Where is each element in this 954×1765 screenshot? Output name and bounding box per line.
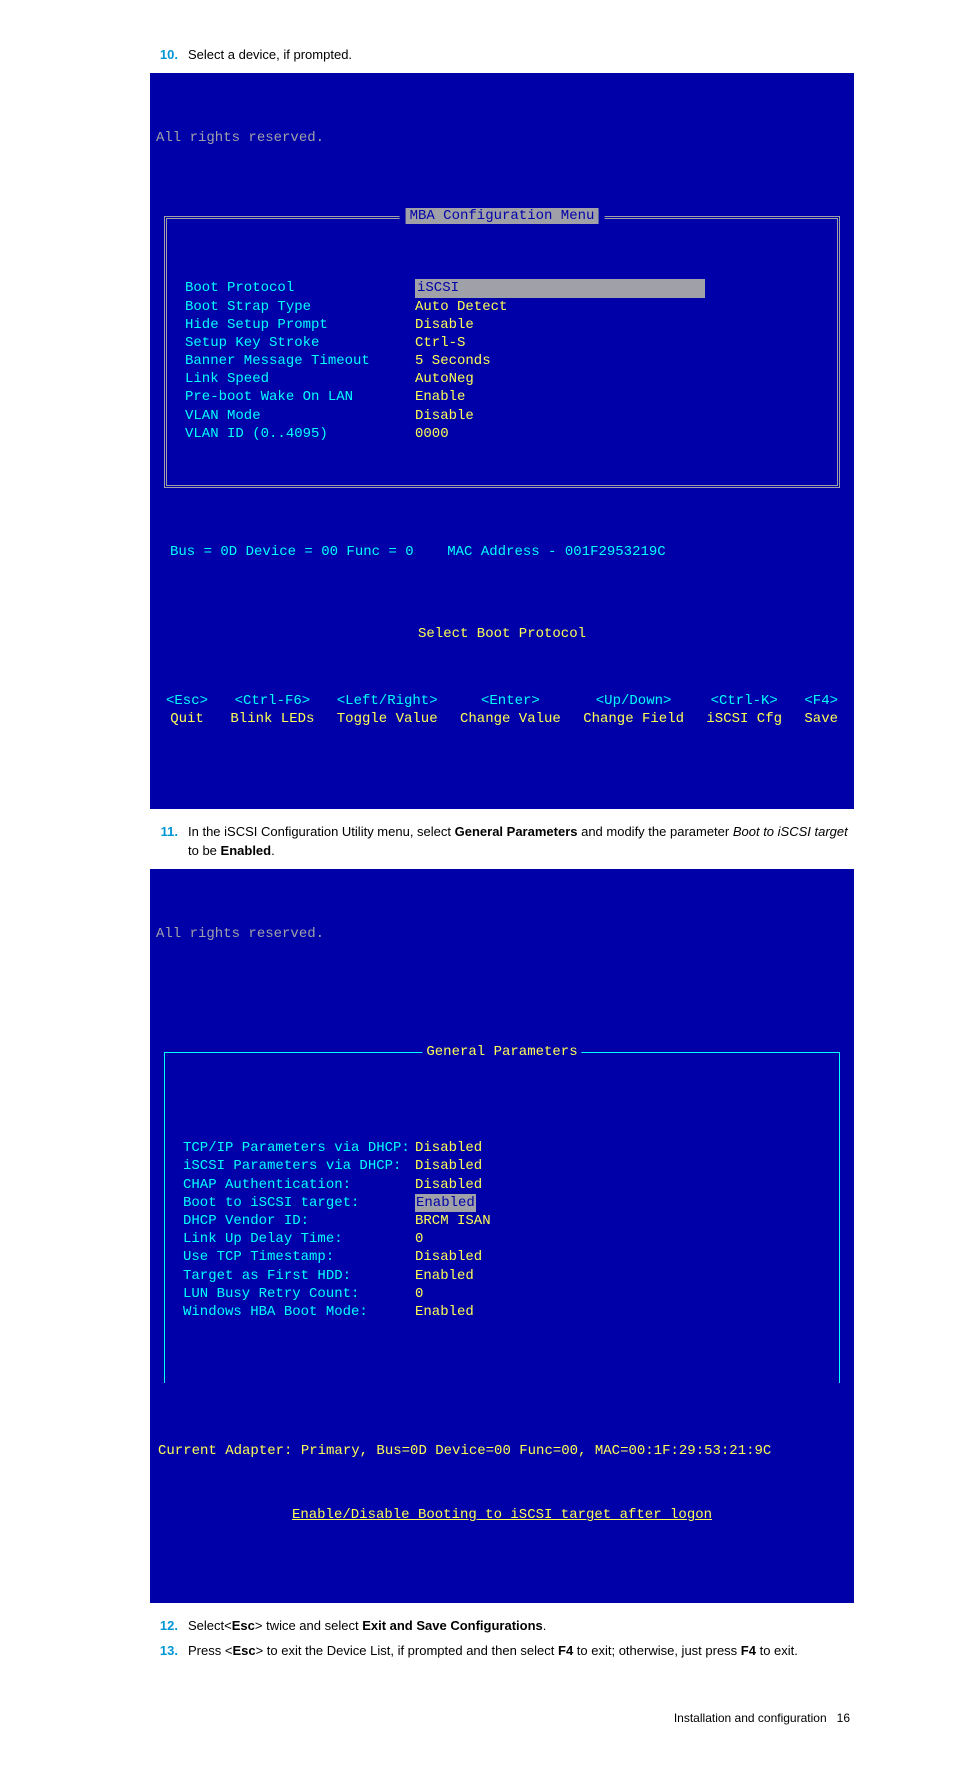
step-number: 10.	[150, 46, 178, 65]
param-label: Target as First HDD:	[183, 1267, 415, 1285]
config-row: Boot ProtocoliSCSI	[185, 279, 819, 297]
param-label: TCP/IP Parameters via DHCP:	[183, 1139, 415, 1157]
config-value: 0000	[415, 425, 449, 443]
general-params-box: General Parameters TCP/IP Parameters via…	[164, 1052, 840, 1384]
param-label: Link Up Delay Time:	[183, 1230, 415, 1248]
param-row: Target as First HDD:Enabled	[183, 1267, 821, 1285]
config-row: Link SpeedAutoNeg	[185, 370, 819, 388]
page-footer: Installation and configuration 16	[150, 1711, 854, 1725]
config-row: VLAN ID (0..4095)0000	[185, 425, 819, 443]
bios-status-line: Bus = 0D Device = 00 Func = 0 MAC Addres…	[156, 533, 848, 561]
param-row: Use TCP Timestamp:Disabled	[183, 1248, 821, 1266]
config-value: AutoNeg	[415, 370, 474, 388]
current-adapter-line: Current Adapter: Primary, Bus=0D Device=…	[156, 1420, 848, 1460]
param-label: Boot to iSCSI target:	[183, 1194, 415, 1212]
param-row: LUN Busy Retry Count:0	[183, 1285, 821, 1303]
config-label: VLAN Mode	[185, 407, 415, 425]
param-row: iSCSI Parameters via DHCP:Disabled	[183, 1157, 821, 1175]
param-value: Disabled	[415, 1176, 482, 1194]
param-value: Enabled	[415, 1194, 476, 1212]
param-row: TCP/IP Parameters via DHCP:Disabled	[183, 1139, 821, 1157]
param-value: 0	[415, 1285, 423, 1303]
param-row: Link Up Delay Time:0	[183, 1230, 821, 1248]
config-value: iSCSI	[415, 279, 705, 297]
bios-mba-config: All rights reserved. MBA Configuration M…	[150, 73, 854, 809]
param-value: Enabled	[415, 1303, 474, 1321]
step-text: In the iSCSI Configuration Utility menu,…	[188, 824, 848, 858]
param-value: Disabled	[415, 1248, 482, 1266]
config-value: Disable	[415, 316, 474, 334]
step-number: 12.	[150, 1617, 178, 1636]
param-value: Disabled	[415, 1139, 482, 1157]
step-13: 13. Press <Esc> to exit the Device List,…	[150, 1642, 854, 1661]
config-value: Ctrl-S	[415, 334, 465, 352]
config-label: Banner Message Timeout	[185, 352, 415, 370]
param-value: BRCM ISAN	[415, 1212, 491, 1230]
param-row: CHAP Authentication:Disabled	[183, 1176, 821, 1194]
param-label: Windows HBA Boot Mode:	[183, 1303, 415, 1321]
config-label: Pre-boot Wake On LAN	[185, 388, 415, 406]
param-label: iSCSI Parameters via DHCP:	[183, 1157, 415, 1175]
step-text: Select a device, if prompted.	[188, 47, 352, 62]
param-value: Disabled	[415, 1157, 482, 1175]
config-row: VLAN ModeDisable	[185, 407, 819, 425]
param-value: Enabled	[415, 1267, 474, 1285]
config-label: Boot Strap Type	[185, 298, 415, 316]
mba-config-box: MBA Configuration Menu Boot ProtocoliSCS…	[164, 216, 840, 489]
config-value: 5 Seconds	[415, 352, 491, 370]
config-value: Enable	[415, 388, 465, 406]
step-12: 12. Select<Esc> twice and select Exit an…	[150, 1617, 854, 1636]
bios-general-params: All rights reserved. General Parameters …	[150, 869, 854, 1604]
config-row: Banner Message Timeout5 Seconds	[185, 352, 819, 370]
step-number: 13.	[150, 1642, 178, 1661]
config-row: Pre-boot Wake On LANEnable	[185, 388, 819, 406]
key-hint: <Ctrl-F6>Blink LEDs	[230, 692, 314, 728]
mba-config-title: MBA Configuration Menu	[400, 207, 605, 225]
step-10: 10. Select a device, if prompted.	[150, 46, 854, 65]
step-number: 11.	[150, 823, 178, 842]
key-hint: <Ctrl-K>iSCSI Cfg	[706, 692, 782, 728]
key-hint: <Esc>Quit	[166, 692, 208, 728]
param-label: DHCP Vendor ID:	[183, 1212, 415, 1230]
step-11: 11. In the iSCSI Configuration Utility m…	[150, 823, 854, 861]
config-row: Boot Strap TypeAuto Detect	[185, 298, 819, 316]
key-hint: <Enter>Change Value	[460, 692, 561, 728]
param-value: 0	[415, 1230, 423, 1248]
bios-hint: Select Boot Protocol	[156, 625, 848, 643]
bios-help-line: Enable/Disable Booting to iSCSI target a…	[156, 1506, 848, 1524]
bios-keys-row: <Esc>Quit <Ctrl-F6>Blink LEDs <Left/Right>…	[156, 686, 848, 732]
config-row: Hide Setup PromptDisable	[185, 316, 819, 334]
config-label: Boot Protocol	[185, 279, 415, 297]
param-row: Boot to iSCSI target:Enabled	[183, 1194, 821, 1212]
param-row: Windows HBA Boot Mode:Enabled	[183, 1303, 821, 1321]
step-text: Select<Esc> twice and select Exit and Sa…	[188, 1618, 546, 1633]
config-row: Setup Key StrokeCtrl-S	[185, 334, 819, 352]
bios-reserved-line: All rights reserved.	[156, 926, 324, 942]
key-hint: <Left/Right>Toggle Value	[337, 692, 438, 728]
key-hint: <F4>Save	[804, 692, 838, 728]
param-row: DHCP Vendor ID:BRCM ISAN	[183, 1212, 821, 1230]
config-label: Hide Setup Prompt	[185, 316, 415, 334]
step-text: Press <Esc> to exit the Device List, if …	[188, 1643, 798, 1658]
config-label: Link Speed	[185, 370, 415, 388]
config-value: Disable	[415, 407, 474, 425]
config-label: Setup Key Stroke	[185, 334, 415, 352]
key-hint: <Up/Down>Change Field	[583, 692, 684, 728]
bios-reserved-line: All rights reserved.	[156, 130, 324, 146]
param-label: CHAP Authentication:	[183, 1176, 415, 1194]
param-label: Use TCP Timestamp:	[183, 1248, 415, 1266]
param-label: LUN Busy Retry Count:	[183, 1285, 415, 1303]
general-params-title: General Parameters	[422, 1043, 581, 1061]
config-label: VLAN ID (0..4095)	[185, 425, 415, 443]
config-value: Auto Detect	[415, 298, 507, 316]
